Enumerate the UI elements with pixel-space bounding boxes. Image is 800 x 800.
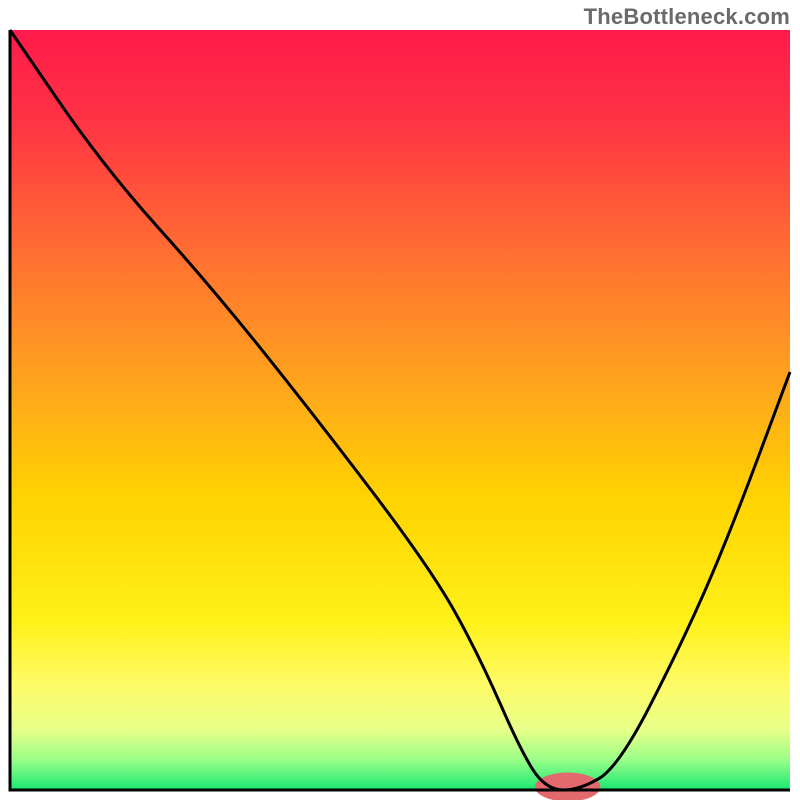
- plot-area: [10, 30, 790, 800]
- watermark-label: TheBottleneck.com: [584, 4, 790, 30]
- gradient-background: [10, 30, 790, 790]
- chart-container: TheBottleneck.com: [0, 0, 800, 800]
- bottleneck-chart: [0, 0, 800, 800]
